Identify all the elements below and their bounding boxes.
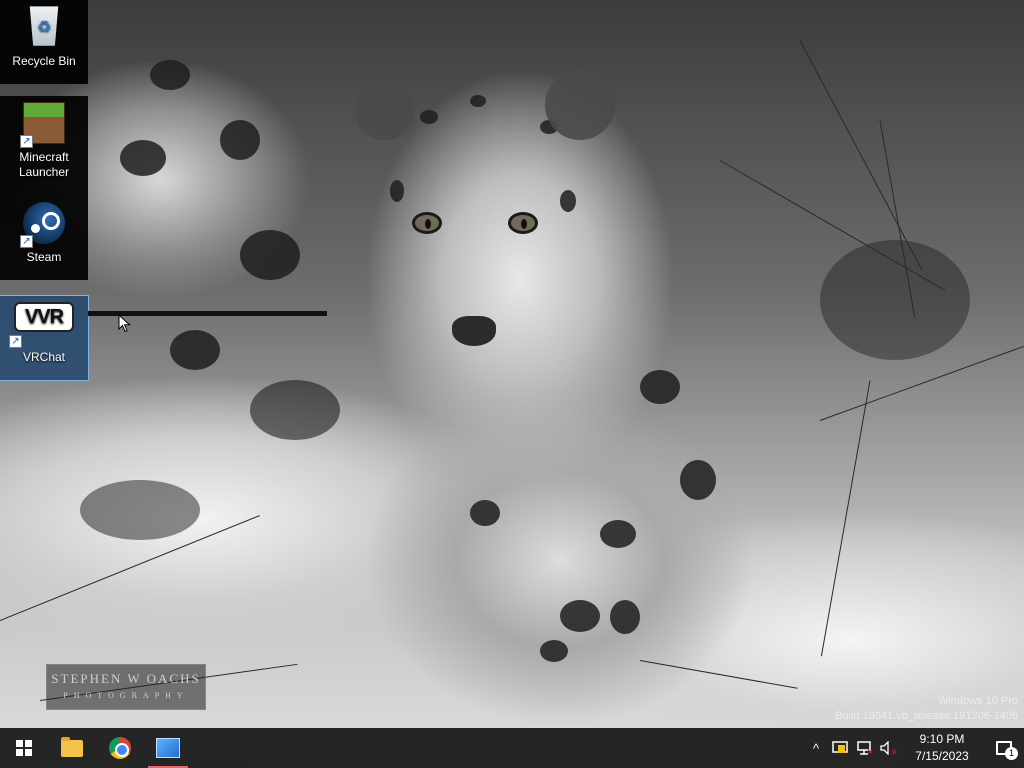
mouse-cursor-icon: [118, 314, 131, 333]
windows-logo-icon: [16, 740, 32, 756]
desktop-icon-label: Minecraft Launcher: [18, 150, 70, 179]
desktop-icon-minecraft-launcher[interactable]: ↗ Minecraft Launcher: [0, 96, 88, 196]
security-shield-icon: [832, 741, 848, 753]
desktop-icon-label: VRChat: [22, 350, 66, 364]
desktop-wallpaper: [0, 0, 1024, 728]
taskbar-clock[interactable]: 9:10 PM 7/15/2023: [900, 731, 984, 765]
desktop-icon-vrchat[interactable]: VVR ↗ VRChat: [0, 295, 89, 381]
watermark-subtitle: PHOTOGRAPHY: [63, 691, 189, 700]
taskbar: ^ ✕ ✕ 9:10 PM 7/15/2023 1: [0, 728, 1024, 768]
watermark-name: STEPHEN W OACHS: [51, 671, 201, 686]
steam-icon: ↗: [20, 202, 66, 248]
desktop-icon-steam[interactable]: ↗ Steam: [0, 196, 88, 280]
shortcut-arrow-icon: ↗: [20, 235, 33, 248]
start-button[interactable]: [0, 728, 48, 768]
shortcut-arrow-icon: ↗: [9, 335, 22, 348]
desktop-icon-recycle-bin[interactable]: ♻ Recycle Bin: [0, 0, 88, 84]
clock-time: 9:10 PM: [919, 732, 965, 746]
vrchat-icon: VVR ↗: [9, 302, 77, 348]
minecraft-icon: ↗: [20, 102, 66, 148]
taskbar-file-explorer[interactable]: [48, 728, 96, 768]
shortcut-arrow-icon: ↗: [20, 135, 33, 148]
os-build-text: Build 19041.vb_release.191206-1406: [835, 710, 1018, 722]
volume-tray-icon[interactable]: ✕: [876, 728, 900, 768]
chrome-icon: [109, 737, 131, 759]
notification-count-badge: 1: [1005, 747, 1018, 760]
system-tray: ^ ✕ ✕ 9:10 PM 7/15/2023 1: [804, 728, 1024, 768]
taskbar-chrome[interactable]: [96, 728, 144, 768]
chevron-up-icon: ^: [812, 740, 820, 756]
file-explorer-icon: [61, 736, 83, 757]
recycle-bin-icon: ♻: [22, 6, 66, 50]
installer-icon: [156, 738, 180, 758]
os-edition-text: Windows 10 Pro: [937, 695, 1018, 707]
show-hidden-icons-button[interactable]: ^: [804, 728, 828, 768]
os-build-watermark: Windows 10 Pro Build 19041.vb_release.19…: [835, 694, 1018, 724]
network-tray-icon[interactable]: ✕: [852, 728, 876, 768]
security-tray-icon[interactable]: [828, 728, 852, 768]
taskbar-installer[interactable]: [144, 728, 192, 768]
action-center-button[interactable]: 1: [984, 728, 1024, 768]
desktop-icon-label: Steam: [26, 250, 62, 264]
desktop-icon-label: Recycle Bin: [12, 54, 76, 68]
photographer-watermark: STEPHEN W OACHS PHOTOGRAPHY: [46, 664, 206, 710]
clock-date: 7/15/2023: [915, 749, 969, 763]
